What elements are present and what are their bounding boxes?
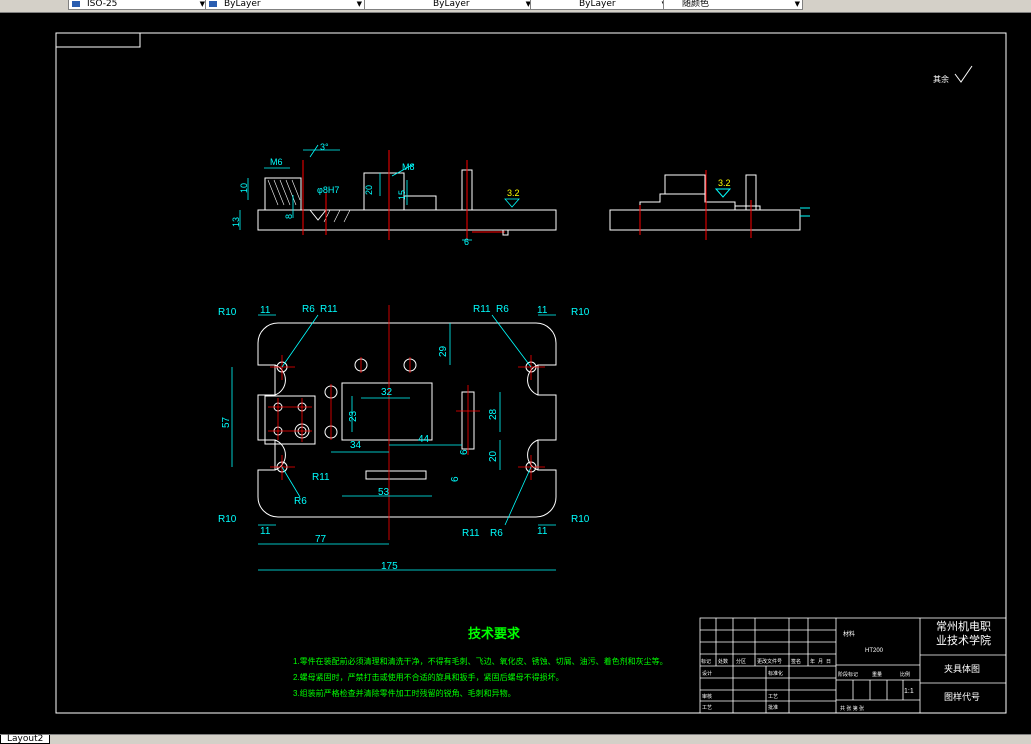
- dimstyle-dropdown[interactable]: ISO-25 ▼: [68, 0, 208, 10]
- chevron-down-icon: ▼: [356, 0, 362, 8]
- svg-text:业技术学院: 业技术学院: [936, 633, 991, 647]
- svg-text:32: 32: [381, 387, 393, 398]
- color-swatch-icon: [209, 1, 217, 7]
- svg-text:年: 年: [810, 658, 815, 665]
- svg-text:M6: M6: [270, 157, 283, 167]
- front-view-dim-text: M6 3° M8 φ8H7 10 13 8 20 15 6 3.2: [231, 142, 520, 247]
- svg-text:批准: 批准: [768, 704, 778, 711]
- svg-text:处数: 处数: [718, 658, 728, 665]
- svg-text:77: 77: [315, 534, 327, 545]
- drawing-canvas[interactable]: 其余 M6 3° M8 φ8H7 10 13 8 20 15 6 3.2 3.2…: [0, 12, 1031, 734]
- svg-text:R10: R10: [218, 514, 237, 525]
- tech-line-3: 3.组装前严格检查并清除零件加工时残留的锐角、毛刺和异物。: [293, 688, 516, 698]
- svg-text:标记: 标记: [701, 658, 711, 665]
- tech-title: 技术要求: [468, 626, 521, 641]
- linetype-dropdown[interactable]: ByLayer ▼: [364, 0, 534, 10]
- tech-line-2: 2.螺母紧固时，严禁打击或使用不合适的旋具和扳手，紧固后螺母不得损坏。: [293, 672, 564, 682]
- plotstyle-dropdown[interactable]: 随颜色 ▼: [663, 0, 803, 10]
- svg-text:工艺: 工艺: [702, 705, 712, 711]
- svg-text:常州机电职: 常州机电职: [936, 619, 991, 633]
- svg-text:共 张 第 张: 共 张 第 张: [840, 705, 864, 712]
- svg-text:M8: M8: [402, 162, 415, 172]
- svg-text:比例: 比例: [900, 671, 910, 678]
- top-view: [257, 322, 557, 518]
- svg-text:R6: R6: [294, 496, 307, 507]
- top-view-dim-text: R10 11 R6 R11 R11 R6 11 R10 29 57 32 23 …: [218, 304, 590, 572]
- color-dropdown[interactable]: ByLayer ▼: [205, 0, 365, 10]
- svg-text:6: 6: [450, 476, 461, 482]
- svg-text:175: 175: [381, 561, 398, 572]
- svg-text:夹具体图: 夹具体图: [944, 663, 980, 674]
- lineweight-dropdown[interactable]: ByLayer▼: [530, 0, 670, 10]
- svg-text:6: 6: [464, 237, 469, 247]
- svg-text:44: 44: [418, 434, 430, 445]
- svg-text:11: 11: [260, 526, 271, 537]
- svg-text:R11: R11: [320, 304, 338, 315]
- svg-text:28: 28: [488, 408, 499, 420]
- title-block-text: 常州机电职 业技术学院 夹具体图 图样代号 材料 HT200 1:1 阶段标记 …: [701, 619, 991, 712]
- svg-text:图样代号: 图样代号: [944, 691, 980, 702]
- svg-text:3.2: 3.2: [507, 188, 520, 198]
- svg-text:57: 57: [221, 416, 232, 428]
- svg-text:R6: R6: [302, 304, 315, 315]
- margin-tab: [56, 33, 141, 48]
- top-view-dims: [231, 314, 556, 571]
- svg-text:6: 6: [459, 449, 470, 455]
- svg-text:设计: 设计: [702, 670, 712, 677]
- svg-text:53: 53: [378, 487, 390, 498]
- svg-text:23: 23: [348, 410, 359, 422]
- svg-text:R6: R6: [496, 304, 509, 315]
- svg-text:签名: 签名: [791, 658, 801, 665]
- svg-text:工艺: 工艺: [768, 694, 778, 700]
- top-view-centerlines: [268, 305, 545, 540]
- svg-text:更改文件号: 更改文件号: [757, 658, 782, 665]
- chevron-down-icon: ▼: [794, 0, 800, 8]
- svg-text:R10: R10: [218, 307, 237, 318]
- svg-text:8: 8: [284, 214, 294, 219]
- svg-text:10: 10: [239, 183, 249, 193]
- svg-text:1:1: 1:1: [904, 688, 914, 695]
- svg-text:R10: R10: [571, 514, 590, 525]
- svg-text:R10: R10: [571, 307, 590, 318]
- svg-text:3°: 3°: [320, 142, 329, 152]
- svg-text:R11: R11: [312, 472, 330, 483]
- svg-text:标准化: 标准化: [768, 670, 783, 677]
- svg-text:R11: R11: [462, 528, 480, 539]
- svg-text:分区: 分区: [736, 658, 746, 665]
- svg-text:29: 29: [438, 345, 449, 357]
- svg-text:15: 15: [397, 190, 407, 200]
- svg-text:重量: 重量: [872, 671, 882, 678]
- dimstyle-icon: [72, 1, 80, 7]
- svg-text:月: 月: [818, 659, 823, 665]
- svg-text:R6: R6: [490, 528, 503, 539]
- svg-text:审核: 审核: [702, 693, 712, 700]
- svg-text:11: 11: [537, 526, 548, 537]
- svg-text:13: 13: [231, 217, 241, 227]
- svg-text:20: 20: [364, 185, 374, 195]
- svg-text:3.2: 3.2: [718, 178, 731, 188]
- side-view: 3.2: [609, 170, 810, 240]
- svg-text:20: 20: [488, 450, 499, 462]
- roughness-symbol: [954, 65, 973, 83]
- svg-text:HT200: HT200: [865, 648, 884, 654]
- svg-text:材料: 材料: [843, 630, 855, 638]
- svg-text:11: 11: [260, 305, 271, 316]
- svg-text:日: 日: [826, 659, 831, 665]
- tech-line-1: 1.零件在装配前必须清理和清洗干净，不得有毛刺、飞边、氧化皮、锈蚀、切屑、油污、…: [293, 656, 668, 666]
- svg-text:阶段标记: 阶段标记: [838, 671, 858, 678]
- roughness-note: 其余: [933, 74, 949, 84]
- svg-text:R11: R11: [473, 304, 491, 315]
- svg-text:34: 34: [350, 440, 362, 451]
- svg-text:φ8H7: φ8H7: [317, 185, 339, 195]
- svg-text:11: 11: [537, 305, 548, 316]
